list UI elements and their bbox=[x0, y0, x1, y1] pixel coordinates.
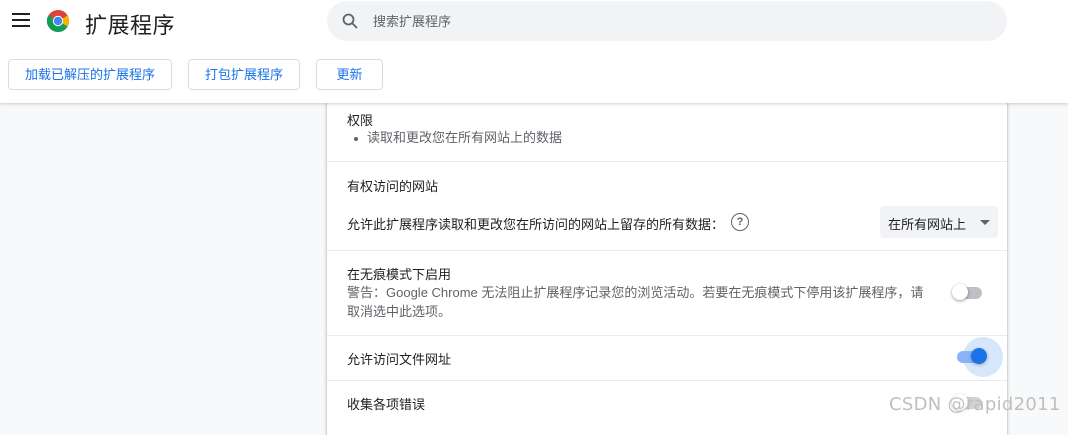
site-access-selected-value: 在所有网站上 bbox=[888, 217, 967, 232]
site-access-heading: 有权访问的网站 bbox=[347, 179, 439, 194]
incognito-toggle[interactable] bbox=[952, 282, 986, 304]
watermark: CSDN @rapid2011 bbox=[889, 394, 1061, 415]
chrome-logo-icon bbox=[46, 9, 70, 33]
site-access-select[interactable]: 在所有网站上 bbox=[880, 206, 998, 238]
update-button[interactable]: 更新 bbox=[316, 59, 383, 90]
menu-icon[interactable] bbox=[12, 13, 30, 29]
bullet-icon bbox=[354, 137, 358, 141]
permission-item: 读取和更改您在所有网站上的数据 bbox=[367, 130, 563, 145]
load-unpacked-button[interactable]: 加载已解压的扩展程序 bbox=[8, 59, 172, 90]
divider bbox=[327, 250, 1007, 251]
collect-errors-label: 收集各项错误 bbox=[347, 397, 426, 412]
divider bbox=[327, 380, 1007, 381]
search-box[interactable] bbox=[327, 1, 1007, 41]
permissions-heading: 权限 bbox=[347, 113, 374, 128]
file-urls-label: 允许访问文件网址 bbox=[347, 352, 452, 367]
incognito-heading: 在无痕模式下启用 bbox=[347, 267, 452, 282]
extension-details-card: 权限 读取和更改您在所有网站上的数据 有权访问的网站 允许此扩展程序读取和更改您… bbox=[327, 95, 1007, 435]
divider bbox=[327, 161, 1007, 162]
search-input[interactable] bbox=[373, 1, 973, 41]
incognito-warning-line2: 取消选中此选项。 bbox=[347, 304, 452, 319]
help-icon[interactable]: ? bbox=[731, 213, 749, 231]
page-title: 扩展程序 bbox=[85, 13, 176, 38]
site-access-description: 允许此扩展程序读取和更改您在所访问的网站上留存的所有数据： bbox=[347, 217, 725, 232]
pack-extension-button[interactable]: 打包扩展程序 bbox=[188, 59, 300, 90]
top-toolbar: 扩展程序 加载已解压的扩展程序 打包扩展程序 更新 bbox=[0, 0, 1068, 103]
dropdown-arrow-icon bbox=[980, 220, 990, 225]
divider bbox=[327, 335, 1007, 336]
file-urls-toggle[interactable] bbox=[955, 337, 1003, 377]
incognito-warning-line1: 警告：Google Chrome 无法阻止扩展程序记录您的浏览活动。若要在无痕模… bbox=[347, 285, 924, 300]
search-icon bbox=[342, 13, 358, 29]
